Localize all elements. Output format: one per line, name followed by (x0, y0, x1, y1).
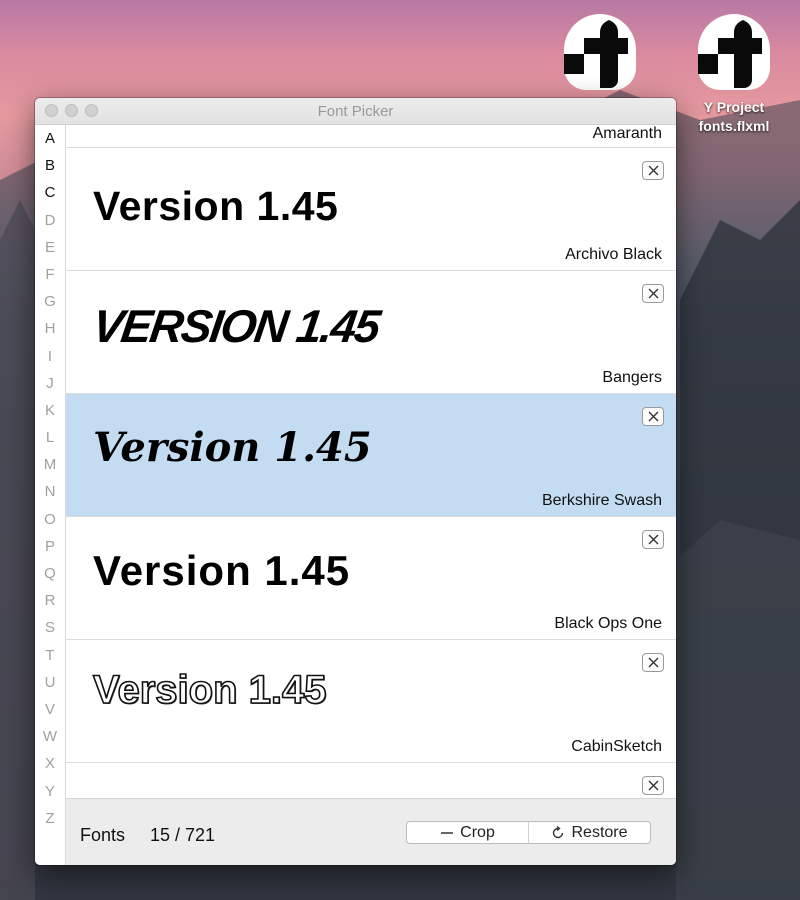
alphabet-letter-k[interactable]: K (35, 397, 65, 424)
alphabet-letter-w[interactable]: W (35, 723, 65, 750)
remove-font-button[interactable] (642, 653, 664, 672)
flxml-file-icon (698, 14, 770, 90)
crop-button[interactable]: Crop (407, 822, 528, 843)
font-row[interactable]: Version 1.45 Black Ops One (66, 517, 676, 640)
flxml-file-icon (564, 14, 636, 90)
window-title: Font Picker (317, 103, 394, 120)
font-name: CabinSketch (571, 738, 662, 755)
alphabet-letter-m[interactable]: M (35, 451, 65, 478)
alphabet-letter-e[interactable]: E (35, 234, 65, 261)
close-icon (648, 411, 658, 422)
font-row-partial[interactable] (66, 763, 676, 798)
alphabet-letter-q[interactable]: Q (35, 560, 65, 587)
font-preview: Version 1.45 (93, 547, 351, 594)
font-name: Berkshire Swash (541, 492, 662, 509)
fonts-count: 15 / 721 (150, 825, 216, 845)
remove-font-button[interactable] (642, 284, 664, 303)
alphabet-letter-f[interactable]: F (35, 261, 65, 288)
remove-font-button[interactable] (642, 407, 664, 426)
alphabet-letter-u[interactable]: U (35, 669, 65, 696)
restore-icon (553, 825, 564, 838)
desktop-file-y-project[interactable]: Y Project fonts.flxml (674, 10, 794, 136)
footer-bar: Fonts 15 / 721 Crop Restore (66, 798, 676, 865)
remove-font-button[interactable] (642, 161, 664, 180)
desktop-file[interactable] (540, 10, 660, 98)
alphabet-letter-y[interactable]: Y (35, 778, 65, 805)
font-picker-window: Font Picker ABCDEFGHIJKLMNOPQRSTUVWXYZ A… (35, 98, 676, 865)
font-name: Archivo Black (565, 246, 662, 263)
font-preview: Version 1.45 (93, 183, 339, 229)
window-titlebar[interactable]: Font Picker (35, 98, 676, 125)
alphabet-letter-r[interactable]: R (35, 587, 65, 614)
font-list[interactable]: Amaranth Version 1.45 Archivo Black VERS… (66, 125, 676, 798)
alphabet-letter-d[interactable]: D (35, 207, 65, 234)
alphabet-letter-z[interactable]: Z (35, 805, 65, 832)
alphabet-letter-o[interactable]: O (35, 506, 65, 533)
restore-label: Restore (571, 823, 628, 841)
remove-font-button[interactable] (642, 776, 664, 795)
alphabet-letter-b[interactable]: B (35, 152, 65, 179)
alphabet-letter-v[interactable]: V (35, 696, 65, 723)
fonts-label: Fonts (80, 825, 126, 845)
remove-font-button[interactable] (642, 530, 664, 549)
font-preview: VERSION 1.45 (89, 300, 383, 352)
alphabet-letter-x[interactable]: X (35, 750, 65, 777)
alphabet-letter-l[interactable]: L (35, 424, 65, 451)
alphabet-index: ABCDEFGHIJKLMNOPQRSTUVWXYZ (35, 125, 66, 865)
font-preview: Version 1.45 (93, 424, 372, 471)
font-name: Bangers (602, 369, 662, 386)
alphabet-letter-h[interactable]: H (35, 315, 65, 342)
alphabet-letter-p[interactable]: P (35, 533, 65, 560)
font-row-selected[interactable]: Version 1.45 Berkshire Swash (66, 394, 676, 517)
alphabet-letter-s[interactable]: S (35, 614, 65, 641)
desktop-file-label: Y Project fonts.flxml (698, 99, 770, 134)
alphabet-letter-c[interactable]: C (35, 179, 65, 206)
alphabet-letter-n[interactable]: N (35, 478, 65, 505)
alphabet-letter-i[interactable]: I (35, 343, 65, 370)
font-name: Black Ops One (554, 615, 662, 632)
alphabet-letter-a[interactable]: A (35, 125, 65, 152)
alphabet-letter-t[interactable]: T (35, 642, 65, 669)
close-icon (648, 657, 658, 668)
crop-restore-control: Crop Restore (406, 821, 651, 844)
close-icon (648, 534, 658, 545)
alphabet-letter-j[interactable]: J (35, 370, 65, 397)
minus-icon (441, 831, 454, 834)
font-row[interactable]: Version 1.45 Archivo Black (66, 148, 676, 271)
font-preview: Version 1.45 (92, 667, 327, 713)
alphabet-letter-g[interactable]: G (35, 288, 65, 315)
font-row-partial[interactable]: Amaranth (66, 125, 676, 148)
restore-button[interactable]: Restore (528, 822, 650, 843)
close-icon (648, 288, 658, 299)
close-icon (648, 165, 658, 176)
font-row[interactable]: VERSION 1.45 Bangers (66, 271, 676, 394)
close-icon (648, 780, 658, 791)
font-name: Amaranth (592, 125, 662, 142)
font-row[interactable]: Version 1.45 CabinSketch (66, 640, 676, 763)
crop-label: Crop (460, 823, 495, 841)
